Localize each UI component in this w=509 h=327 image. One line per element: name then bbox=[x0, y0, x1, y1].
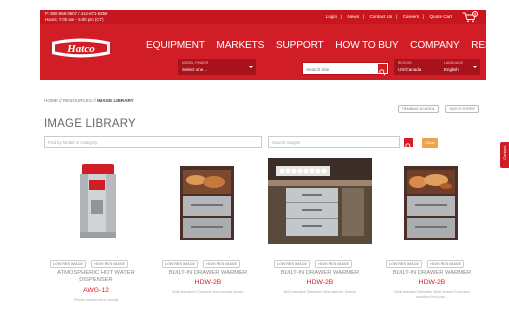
search-icon bbox=[379, 69, 386, 76]
download-buttons: LOW RES IMAGE HIGH RES IMAGE bbox=[386, 252, 482, 270]
model-finder-caption: MODEL FINDER bbox=[182, 61, 209, 65]
low-res-button[interactable]: LOW RES IMAGE bbox=[50, 260, 86, 268]
product-description: Built standard Stainless Steel drawer Fo… bbox=[394, 290, 470, 299]
download-buttons: LOW RES IMAGE HIGH RES IMAGE bbox=[274, 252, 370, 270]
product-description: Built standard Stainless Steel warmer Dr… bbox=[283, 290, 357, 294]
breadcrumb: HOME // RESOURCES // IMAGE LIBRARY bbox=[44, 98, 134, 103]
feedback-tab[interactable]: Contact bbox=[500, 142, 509, 168]
search-icon bbox=[405, 143, 412, 150]
product-model[interactable]: HDW-2B bbox=[268, 279, 372, 286]
category-filter-placeholder: Find by Model or Category bbox=[48, 140, 98, 145]
main-nav: EQUIPMENT MARKETS SUPPORT HOW TO BUY COM… bbox=[146, 40, 509, 51]
product-card: LOW RES IMAGE HIGH RES IMAGE BUILT-IN DR… bbox=[268, 158, 372, 318]
site-search bbox=[302, 62, 389, 76]
product-card: LOW RES IMAGE HIGH RES IMAGE ATMOSPHERIC… bbox=[44, 158, 148, 318]
image-search-button[interactable] bbox=[404, 138, 413, 150]
logo-text: Hatco bbox=[66, 43, 95, 55]
product-image[interactable] bbox=[156, 158, 260, 244]
site-search-input[interactable] bbox=[306, 65, 372, 73]
high-res-button[interactable]: HIGH RES IMAGE bbox=[91, 260, 129, 268]
separator: | bbox=[423, 14, 425, 19]
download-buttons: LOW RES IMAGE HIGH RES IMAGE bbox=[50, 252, 146, 270]
product-name: BUILT-IN DRAWER WARMER bbox=[168, 270, 248, 276]
category-filter-input[interactable]: Find by Model or Category bbox=[44, 136, 262, 148]
breadcrumb-home[interactable]: HOME bbox=[44, 98, 58, 103]
hatco-story-button[interactable]: HATCO STORY bbox=[445, 105, 479, 113]
subnav-buttons: TRAINING SCHOOL HATCO STORY bbox=[396, 97, 479, 115]
product-name: BUILT-IN DRAWER WARMER bbox=[392, 270, 472, 276]
breadcrumb-current: IMAGE LIBRARY bbox=[97, 98, 134, 103]
model-finder-value: Select one... bbox=[182, 67, 208, 72]
low-res-button[interactable]: LOW RES IMAGE bbox=[162, 260, 198, 268]
image-search-input[interactable]: Search Images bbox=[268, 136, 400, 148]
nav-company[interactable]: COMPANY bbox=[410, 40, 460, 51]
business-hours: Hours: 7:00 am - 5:00 pm (CT) bbox=[45, 17, 104, 22]
chevron-down-icon bbox=[249, 66, 253, 68]
language-value: English bbox=[444, 67, 459, 72]
nav-how-to-buy[interactable]: HOW TO BUY bbox=[335, 40, 398, 51]
model-finder-select[interactable]: MODEL FINDER Select one... bbox=[178, 59, 256, 75]
news-link[interactable]: News bbox=[348, 14, 360, 19]
high-res-button[interactable]: HIGH RES IMAGE bbox=[203, 260, 241, 268]
nav-equipment[interactable]: EQUIPMENT bbox=[146, 40, 205, 51]
main-header: Hatco EQUIPMENT MARKETS SUPPORT HOW TO B… bbox=[40, 24, 509, 80]
product-description: (Printer should set to actual) bbox=[73, 298, 119, 302]
download-buttons: LOW RES IMAGE HIGH RES IMAGE bbox=[162, 252, 258, 270]
login-link[interactable]: Login bbox=[326, 14, 337, 19]
region-value: US/Canada bbox=[398, 67, 422, 72]
low-res-button[interactable]: LOW RES IMAGE bbox=[386, 260, 422, 268]
utility-links: Login | News | Contact Us | Careers | Quote … bbox=[324, 14, 454, 19]
product-model[interactable]: HDW-2B bbox=[380, 279, 484, 286]
image-search-placeholder: Search Images bbox=[272, 140, 301, 145]
product-card: LOW RES IMAGE HIGH RES IMAGE BUILT-IN DR… bbox=[380, 158, 484, 318]
high-res-button[interactable]: HIGH RES IMAGE bbox=[427, 260, 465, 268]
site-search-button[interactable] bbox=[378, 64, 387, 76]
nav-markets[interactable]: MARKETS bbox=[216, 40, 264, 51]
training-school-button[interactable]: TRAINING SCHOOL bbox=[397, 105, 439, 113]
top-utility-bar: P: 800-558-0607 / 414-671-6350 Hours: 7:… bbox=[40, 10, 486, 24]
quote-cart-link[interactable]: Quote Cart bbox=[430, 14, 452, 19]
low-res-button[interactable]: LOW RES IMAGE bbox=[274, 260, 310, 268]
region-caption: REGION bbox=[398, 61, 412, 65]
breadcrumb-separator: // bbox=[93, 98, 96, 103]
breadcrumb-resources[interactable]: RESOURCES bbox=[63, 98, 92, 103]
page-title: IMAGE LIBRARY bbox=[44, 118, 136, 130]
product-name: BUILT-IN DRAWER WARMER bbox=[280, 270, 360, 276]
language-caption: LANGUAGE bbox=[444, 61, 464, 65]
clear-button[interactable]: Clear bbox=[422, 138, 438, 148]
separator: | bbox=[341, 14, 343, 19]
product-name: ATMOSPHERIC HOT WATER DISPENSER bbox=[57, 270, 135, 283]
product-card: LOW RES IMAGE HIGH RES IMAGE BUILT-IN DR… bbox=[156, 158, 260, 318]
separator: | bbox=[396, 14, 398, 19]
product-model[interactable]: AWG-12 bbox=[44, 287, 148, 294]
product-image[interactable] bbox=[44, 158, 148, 244]
product-image[interactable] bbox=[268, 158, 372, 244]
nav-support[interactable]: SUPPORT bbox=[276, 40, 324, 51]
cart-count-badge: 0 bbox=[472, 11, 478, 17]
language-select[interactable]: LANGUAGE English bbox=[440, 59, 480, 75]
separator: | bbox=[363, 14, 365, 19]
breadcrumb-separator: // bbox=[59, 98, 62, 103]
chevron-down-icon bbox=[473, 66, 477, 68]
product-image[interactable] bbox=[380, 158, 484, 244]
product-description: Built standard 2 Drawers front access sh… bbox=[172, 290, 244, 294]
contact-info: P: 800-558-0607 / 414-671-6350 Hours: 7:… bbox=[45, 11, 107, 23]
high-res-button[interactable]: HIGH RES IMAGE bbox=[315, 260, 353, 268]
nav-resources[interactable]: RESOURCES bbox=[471, 40, 509, 51]
hatco-logo[interactable]: Hatco bbox=[48, 36, 114, 60]
contact-us-link[interactable]: Contact Us bbox=[369, 14, 392, 19]
careers-link[interactable]: Careers bbox=[403, 14, 419, 19]
product-model[interactable]: HDW-2B bbox=[156, 279, 260, 286]
feedback-label: Contact bbox=[502, 146, 507, 160]
